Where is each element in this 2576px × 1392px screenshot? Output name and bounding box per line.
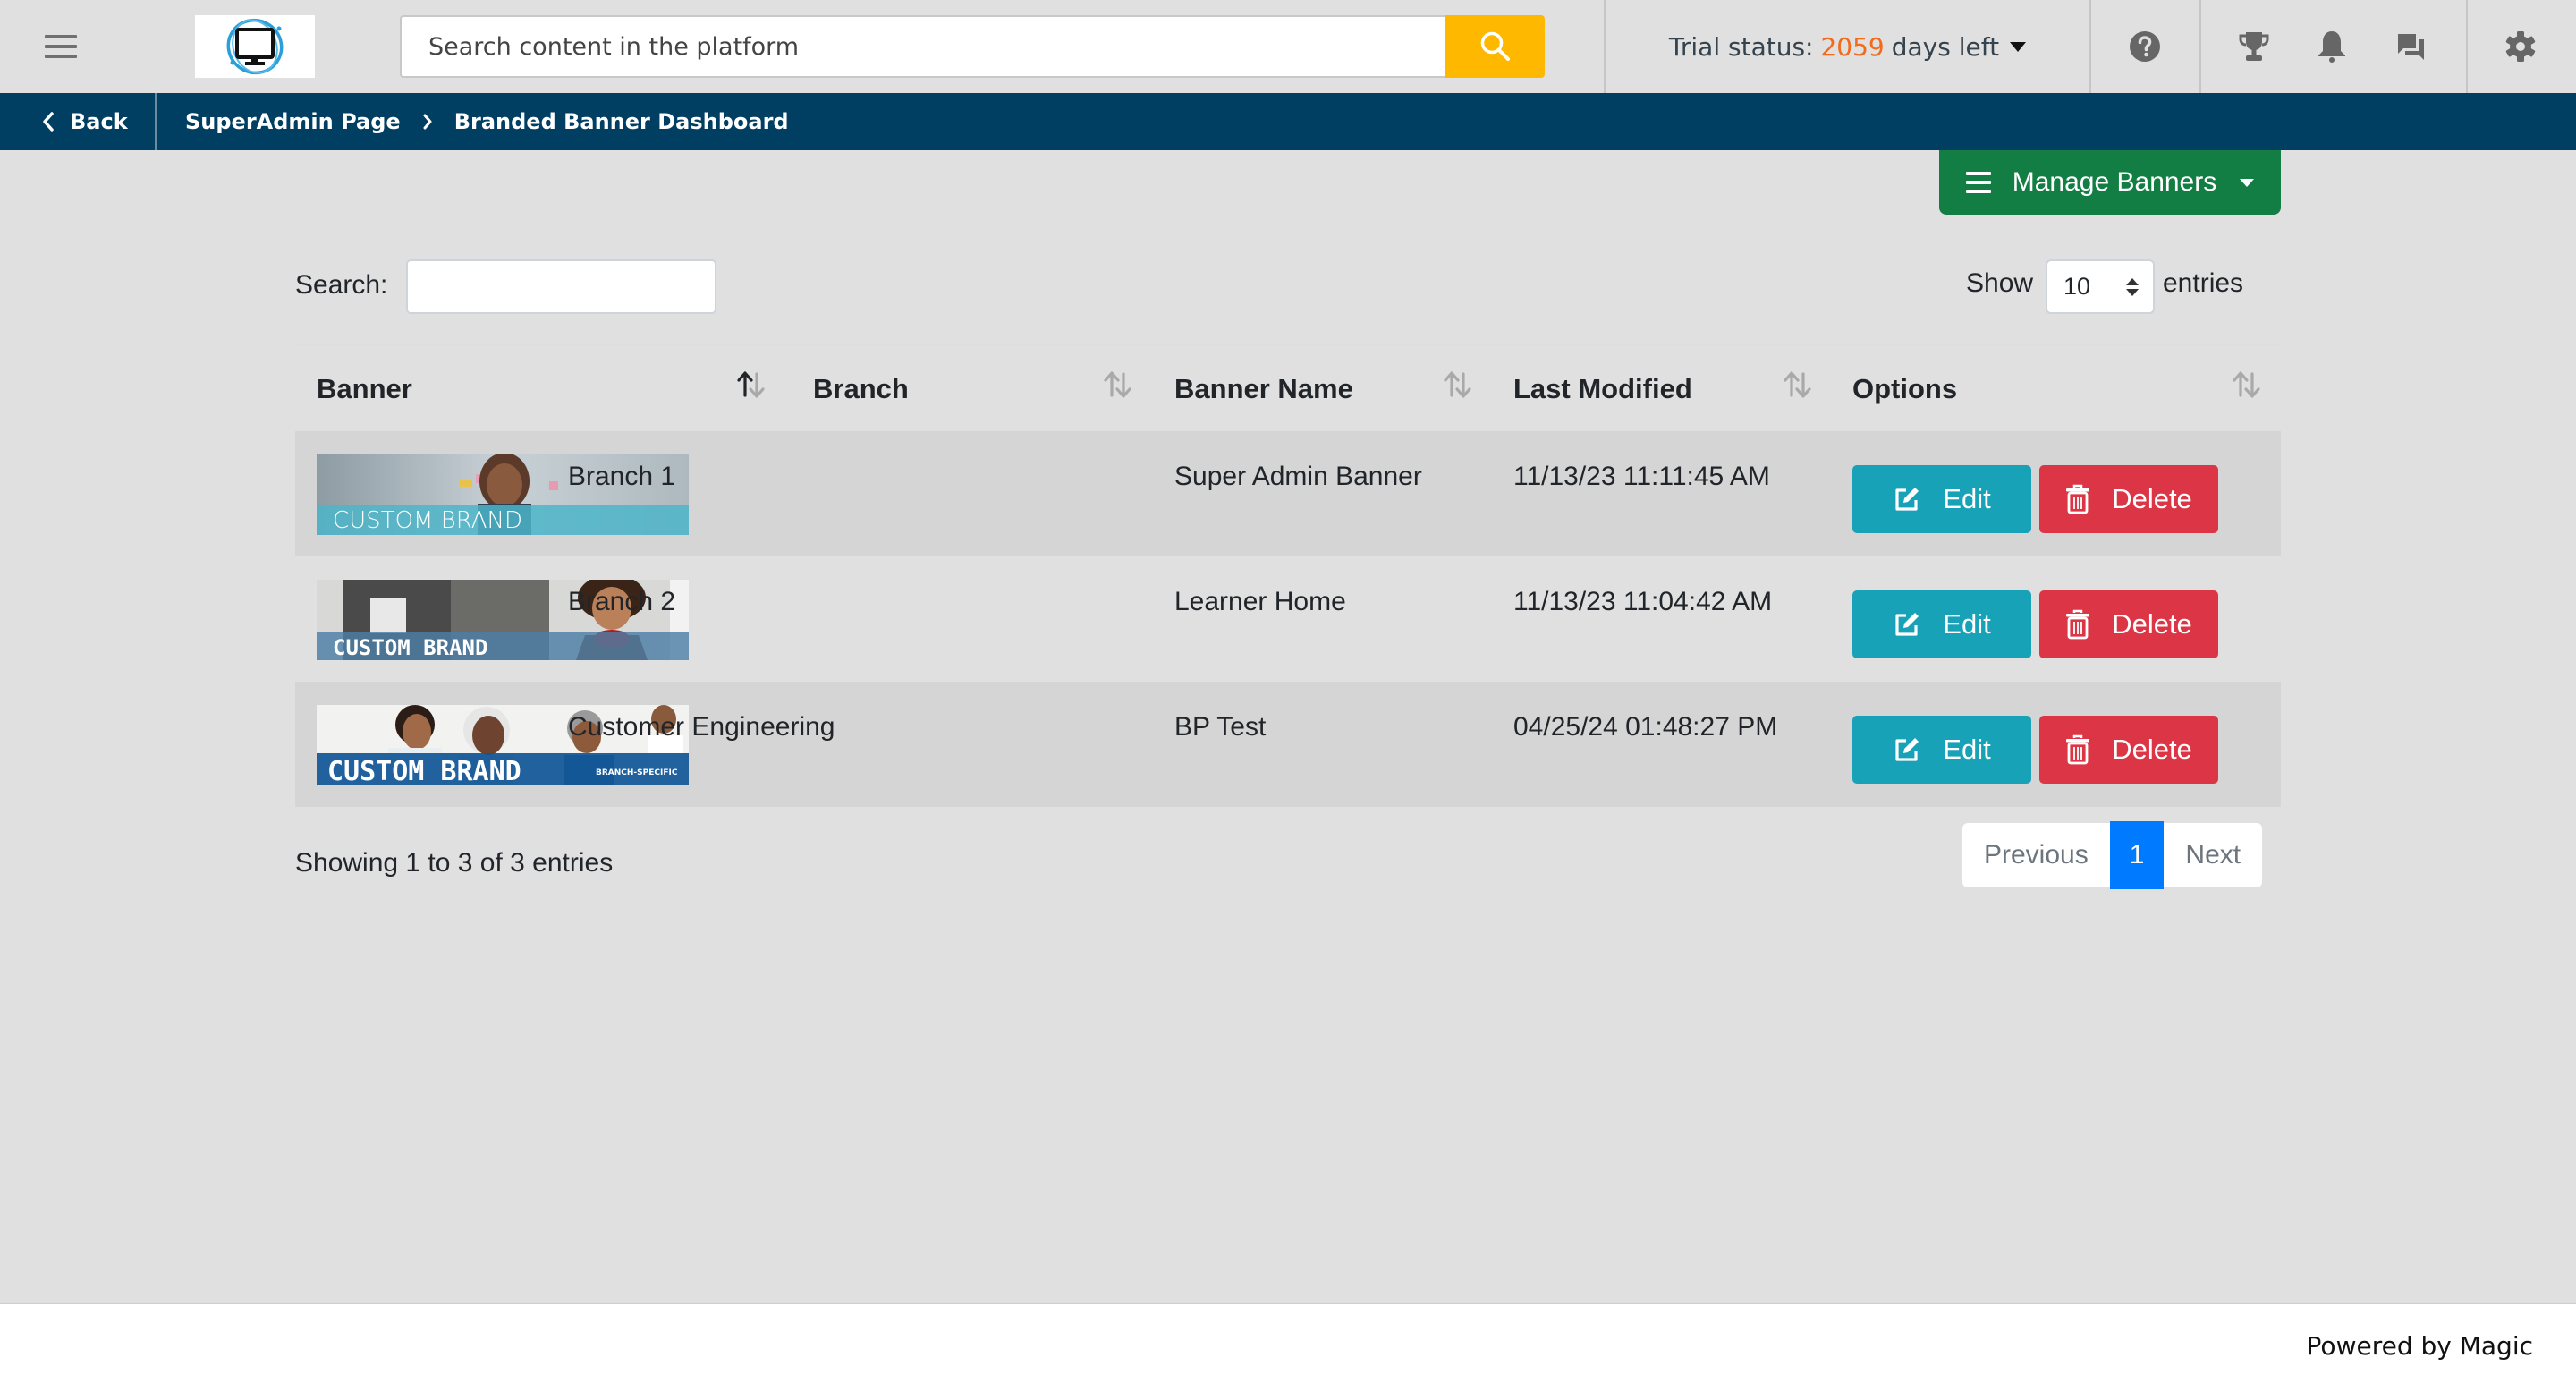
svg-text:CUSTOM BRAND: CUSTOM BRAND [333,635,487,660]
manage-banners-label: Manage Banners [2012,167,2217,197]
delete-label: Delete [2112,608,2192,640]
column-header-options[interactable]: Options [1852,345,1957,433]
pagination: Previous 1 Next [1962,821,2263,889]
cell-last-modified: 11/13/23 11:11:45 AM [1513,462,1770,491]
delete-button[interactable]: Delete [2039,465,2218,533]
delete-label: Delete [2112,734,2192,765]
delete-button[interactable]: Delete [2039,590,2218,658]
help-icon[interactable] [2127,29,2163,64]
edit-button[interactable]: Edit [1852,590,2031,658]
edit-icon [1895,488,1919,511]
column-header-last-modified[interactable]: Last Modified [1513,345,1692,433]
monitor-logo-icon [226,18,284,75]
delete-label: Delete [2112,483,2192,514]
svg-text:CUSTOM BRAND: CUSTOM BRAND [327,756,521,785]
table-row: CUSTOM BRAND Branch 1 Super Admin Banner… [295,431,2281,556]
table-row: CUSTOM BRAND BRANCH-SPECIFIC Customer En… [295,682,2281,807]
edit-icon [1895,738,1919,761]
cell-banner-name: BP Test [1174,712,1267,742]
trial-status-label: Trial status: [1668,31,1814,62]
previous-page-button[interactable]: Previous [1962,823,2110,887]
trash-icon [2066,734,2090,765]
manage-banners-button[interactable]: Manage Banners [1939,150,2281,215]
breadcrumb-item-superadmin[interactable]: SuperAdmin Page [185,109,401,134]
cell-last-modified: 11/13/23 11:04:42 AM [1513,587,1773,616]
edit-icon [1895,613,1919,636]
trash-icon [2066,609,2090,640]
cell-branch: Branch 2 [568,587,676,616]
chevron-right-icon [423,114,432,130]
column-header-banner-name[interactable]: Banner Name [1174,345,1353,433]
sort-icon[interactable] [1780,369,1816,401]
list-icon [1965,172,1991,193]
table-search-label: Search: [295,270,388,300]
breadcrumb-item-current: Branded Banner Dashboard [453,109,789,134]
banners-table: Banner Branch Banner Name Last Modified … [295,344,2281,807]
sort-icon[interactable] [1440,369,1476,401]
breadcrumb: SuperAdmin Page Branded Banner Dashboard [185,93,789,150]
back-button[interactable]: Back [41,93,128,150]
edit-button[interactable]: Edit [1852,716,2031,784]
table-header: Banner Branch Banner Name Last Modified … [295,344,2281,431]
page-length-value: 10 [2063,273,2091,300]
hamburger-icon[interactable] [43,32,79,61]
back-label: Back [70,109,128,134]
chevron-left-icon [43,112,54,132]
table-search-input[interactable] [406,259,716,314]
svg-text:CUSTOM BRAND: CUSTOM BRAND [333,507,522,534]
edit-label: Edit [1943,483,1991,514]
trial-days-suffix: days left [1891,31,2000,62]
powered-by-text: Powered by Magic [2306,1331,2533,1361]
cell-banner-name: Super Admin Banner [1174,462,1422,491]
trophy-icon[interactable] [2236,29,2272,64]
breadcrumb-divider [155,93,157,150]
table-row: CUSTOM BRAND Branch 2 Learner Home 11/13… [295,556,2281,682]
page-footer: Powered by Magic [0,1304,2576,1392]
trial-days-count: 2059 [1820,31,1885,62]
select-arrows-icon [2126,277,2139,296]
column-header-branch[interactable]: Branch [813,345,909,433]
cell-banner-name: Learner Home [1174,587,1346,616]
edit-label: Edit [1943,608,1991,640]
edit-label: Edit [1943,734,1991,765]
next-page-button[interactable]: Next [2164,823,2262,887]
bell-icon[interactable] [2314,29,2350,64]
header-divider [2089,0,2091,93]
cell-last-modified: 04/25/24 01:48:27 PM [1513,712,1778,742]
sort-ascending-icon[interactable] [733,369,769,401]
header-divider [2466,0,2468,93]
trial-status-dropdown[interactable]: Trial status: 2059 days left [1606,0,2089,93]
caret-down-icon [2240,178,2255,187]
cell-branch: Branch 1 [568,462,676,491]
page-length-select[interactable]: 10 [2046,259,2155,314]
trash-icon [2066,484,2090,514]
edit-button[interactable]: Edit [1852,465,2031,533]
caret-down-icon [2010,41,2027,52]
delete-button[interactable]: Delete [2039,716,2218,784]
top-header: Trial status: 2059 days left [0,0,2576,93]
column-header-banner[interactable]: Banner [317,345,412,433]
gear-icon[interactable] [2503,29,2538,64]
table-info: Showing 1 to 3 of 3 entries [295,848,614,878]
global-search [400,15,1545,78]
cell-branch: Customer Engineering [568,712,835,742]
show-label: Show [1966,268,2034,298]
breadcrumb-bar: Back SuperAdmin Page Branded Banner Dash… [0,93,2576,150]
chat-icon[interactable] [2394,29,2429,64]
header-divider [2199,0,2201,93]
global-search-input[interactable] [400,15,1445,78]
logo[interactable] [195,15,315,78]
svg-text:BRANCH-SPECIFIC: BRANCH-SPECIFIC [596,768,678,777]
search-icon [1480,31,1510,61]
sort-icon[interactable] [1100,369,1136,401]
entries-label: entries [2163,268,2244,298]
page-1-button[interactable]: 1 [2109,821,2165,889]
search-button[interactable] [1445,15,1545,78]
sort-icon[interactable] [2229,369,2265,401]
